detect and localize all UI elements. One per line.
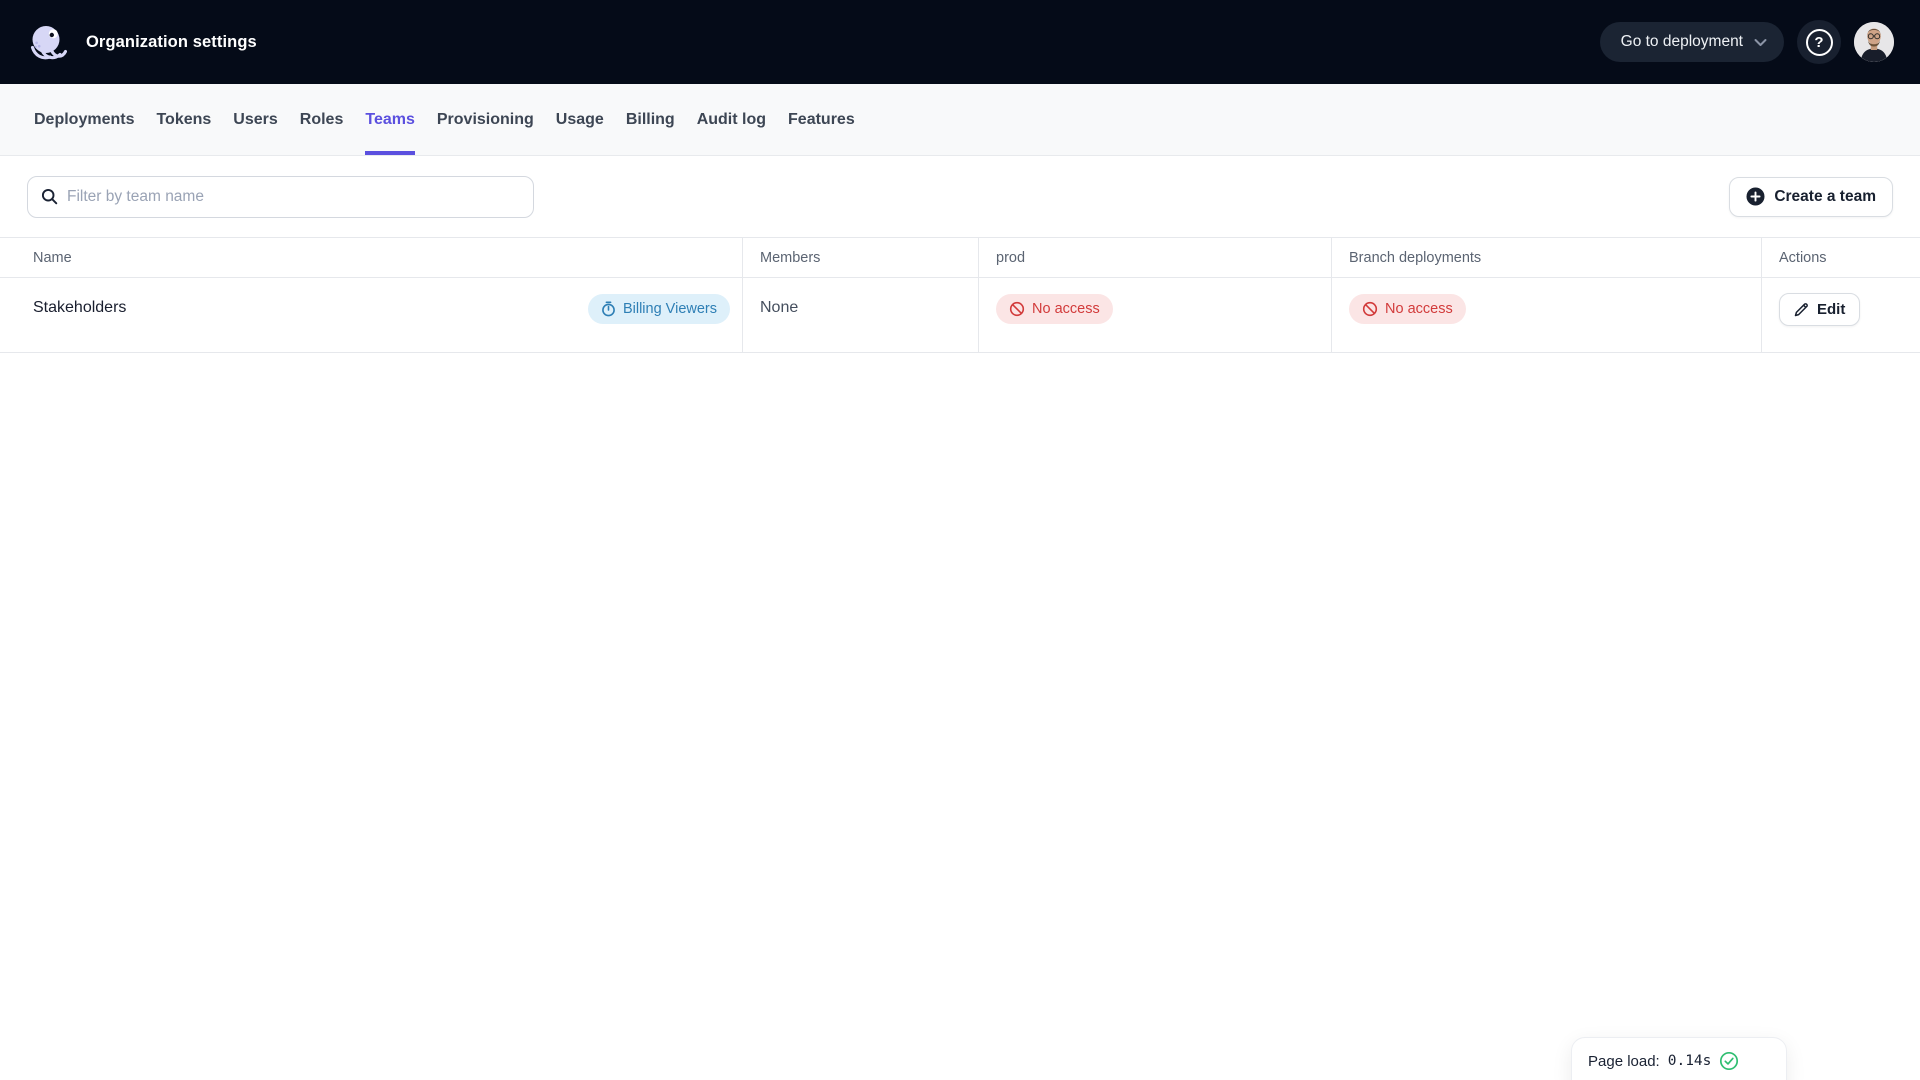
column-header-actions: Actions	[1761, 238, 1920, 277]
plus-circle-icon	[1746, 187, 1765, 206]
tab-usage[interactable]: Usage	[556, 84, 604, 155]
tab-audit-log[interactable]: Audit log	[697, 84, 766, 155]
user-avatar[interactable]	[1854, 22, 1894, 62]
go-to-deployment-label: Go to deployment	[1620, 33, 1743, 50]
role-badge-label: Billing Viewers	[622, 301, 717, 317]
role-badge: Billing Viewers	[587, 294, 730, 324]
tab-features[interactable]: Features	[788, 84, 855, 155]
branch-access-badge: No access	[1349, 294, 1466, 324]
tab-label: Tokens	[156, 110, 212, 128]
team-filter-input[interactable]	[67, 187, 520, 206]
edit-team-button[interactable]: Edit	[1779, 293, 1861, 326]
tab-teams[interactable]: Teams	[365, 84, 415, 155]
branch-access-label: No access	[1385, 301, 1453, 317]
tab-roles[interactable]: Roles	[300, 84, 344, 155]
cell-branch-access: No access	[1331, 278, 1761, 352]
create-team-label: Create a team	[1774, 187, 1876, 205]
prod-access-badge: No access	[996, 294, 1113, 324]
tab-label: Deployments	[34, 110, 135, 128]
help-button[interactable]: ?	[1797, 20, 1841, 64]
teams-table: Name Members prod Branch deployments Act…	[0, 237, 1920, 353]
table-header-row: Name Members prod Branch deployments Act…	[0, 237, 1920, 278]
teams-toolbar: Create a team	[0, 156, 1920, 237]
edit-button-label: Edit	[1817, 301, 1846, 318]
tab-label: Users	[233, 110, 278, 128]
question-mark-icon: ?	[1805, 28, 1833, 56]
tab-billing[interactable]: Billing	[626, 84, 675, 155]
team-filter-box[interactable]	[27, 175, 534, 218]
page-load-value: 0.14s	[1667, 1053, 1712, 1069]
go-to-deployment-button[interactable]: Go to deployment	[1599, 22, 1784, 62]
header-actions: Go to deployment ?	[1599, 20, 1894, 64]
tab-label: Roles	[299, 110, 344, 128]
no-access-icon	[1362, 301, 1378, 317]
tab-label: Provisioning	[436, 110, 534, 128]
no-access-icon	[1009, 301, 1025, 317]
settings-tab-bar: Deployments Tokens Users Roles Teams Pro…	[0, 84, 1920, 156]
cell-prod-access: No access	[978, 278, 1331, 352]
octopus-logo-icon[interactable]	[27, 22, 67, 62]
column-header-name: Name	[33, 249, 72, 266]
tab-users[interactable]: Users	[233, 84, 277, 155]
tab-label: Audit log	[696, 110, 767, 128]
column-header-branch-deployments: Branch deployments	[1331, 238, 1761, 277]
tab-label: Teams	[365, 110, 415, 128]
cell-team-name: Stakeholders Billing Viewers	[0, 278, 742, 352]
page-load-label: Page load:	[1588, 1053, 1660, 1070]
app-header: Organization settings Go to deployment ?	[0, 0, 1920, 84]
chevron-down-icon	[1754, 38, 1767, 47]
stopwatch-icon	[601, 301, 616, 317]
page-load-widget[interactable]: Page load: 0.14s	[1571, 1037, 1787, 1080]
tab-label: Usage	[555, 110, 604, 128]
members-value: None	[760, 299, 799, 316]
tab-provisioning[interactable]: Provisioning	[437, 84, 534, 155]
question-mark-glyph: ?	[1814, 33, 1824, 51]
column-header-prod: prod	[978, 238, 1331, 277]
tab-tokens[interactable]: Tokens	[156, 84, 211, 155]
tab-label: Billing	[625, 110, 675, 128]
search-icon	[41, 188, 58, 205]
tab-deployments[interactable]: Deployments	[34, 84, 134, 155]
tab-label: Features	[788, 110, 855, 128]
pencil-icon	[1794, 302, 1809, 317]
team-name: Stakeholders	[33, 299, 127, 316]
check-circle-icon	[1719, 1051, 1739, 1071]
cell-members: None	[742, 278, 978, 352]
prod-access-label: No access	[1032, 301, 1100, 317]
page-title: Organization settings	[86, 32, 257, 51]
column-header-members: Members	[742, 238, 978, 277]
table-row: Stakeholders Billing Viewers None No acc…	[0, 278, 1920, 353]
create-team-button[interactable]: Create a team	[1729, 176, 1893, 217]
cell-actions: Edit	[1761, 278, 1920, 352]
